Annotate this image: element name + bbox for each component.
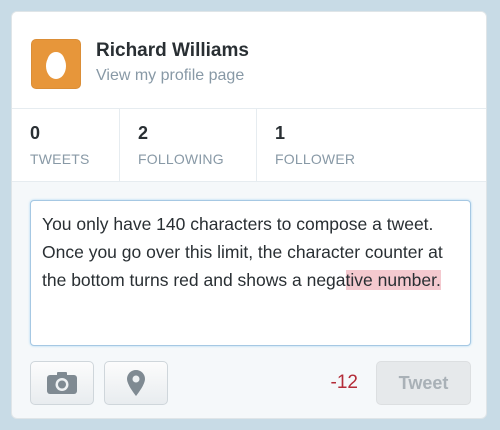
tweet-text-over-limit: tive number.: [345, 270, 441, 290]
stat-tweets-label: TWEETS: [30, 151, 90, 167]
egg-icon: [46, 52, 66, 79]
location-pin-icon: [127, 370, 145, 396]
stat-tweets-count: 0: [30, 123, 41, 143]
profile-name[interactable]: Richard Williams: [96, 40, 249, 62]
stat-followers-label: FOLLOWER: [275, 151, 356, 167]
camera-icon: [47, 372, 77, 394]
stat-followers[interactable]: 1 FOLLOWER: [257, 109, 486, 181]
add-location-button[interactable]: [104, 361, 168, 405]
tweet-button[interactable]: Tweet: [376, 361, 471, 405]
profile-header: Richard Williams View my profile page: [12, 12, 486, 109]
stat-following[interactable]: 2 FOLLOWING: [120, 109, 256, 181]
stat-followers-count: 1: [275, 123, 286, 143]
tweet-compose-input[interactable]: You only have 140 characters to compose …: [30, 200, 471, 346]
stat-following-count: 2: [138, 123, 149, 143]
add-photo-button[interactable]: [30, 361, 94, 405]
avatar[interactable]: [31, 39, 81, 89]
profile-stats: 0 TWEETS 2 FOLLOWING 1 FOLLOWER: [12, 109, 486, 182]
stat-following-label: FOLLOWING: [138, 151, 224, 167]
page: Richard Williams View my profile page 0 …: [0, 0, 500, 430]
dashboard-profile-card: Richard Williams View my profile page 0 …: [11, 11, 487, 419]
view-profile-link[interactable]: View my profile page: [96, 67, 244, 85]
character-counter: -12: [330, 372, 358, 393]
stat-tweets[interactable]: 0 TWEETS: [12, 109, 119, 181]
